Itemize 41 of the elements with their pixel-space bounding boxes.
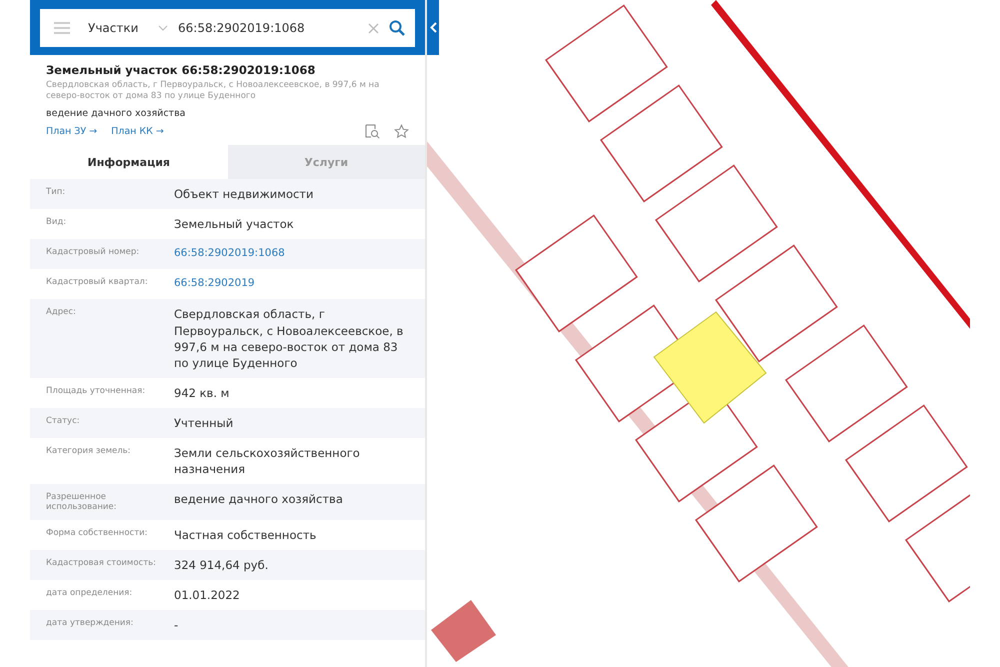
field-label: Вид: [46, 216, 68, 228]
collapse-panel-button[interactable] [427, 0, 439, 55]
document-search-icon[interactable] [365, 124, 380, 140]
object-purpose: ведение дачного хозяйства [46, 108, 187, 120]
field-label: Форма собственности: [46, 526, 149, 538]
field-label: Площадь уточненная: [46, 384, 146, 397]
object-title: Земельный участок 66:58:2902019:1068 [46, 63, 316, 77]
field-label: Категория земель: [46, 445, 132, 457]
field-label: Кадастровая стоимость: [46, 556, 158, 569]
plan-link[interactable]: План ЗУ → [46, 126, 98, 138]
field-value: Земельный участок [174, 216, 294, 232]
value-link[interactable]: 66:58:2902019:1068 [174, 246, 285, 262]
field-value: Учтенный [174, 414, 234, 431]
field-value: 942 кв. м [174, 384, 230, 401]
field-label: Тип: [46, 186, 66, 198]
field-label: дата утверждения: [46, 617, 134, 629]
field-label: Статус: [46, 414, 81, 427]
search-icon[interactable] [389, 20, 405, 36]
chevron-left-icon [430, 22, 436, 33]
field-value: - [174, 617, 178, 634]
plan-link[interactable]: План КК → [111, 126, 164, 138]
field-value: ведение дачного хозяйства [174, 491, 343, 508]
field-label: Адрес: [46, 306, 77, 318]
close-icon[interactable] [368, 22, 379, 34]
field-value: Земли сельскохозяйственного назначения [174, 445, 361, 478]
field-value: 324 914,64 руб. [174, 556, 268, 573]
object-address: Свердловская область, г Первоуральск, с Новоалексеевское, в 997,6 м на северо-восток от дома 83 по улице Буденного [46, 80, 380, 102]
tab[interactable]: Услуги [228, 145, 425, 180]
field-label: Разрешенное использование: [46, 491, 118, 513]
field-label: дата определения: [46, 586, 134, 599]
field-label: Кадастровый номер: [46, 246, 140, 258]
search-field[interactable]: Участки 66:58:2902019:1068 [40, 9, 415, 47]
category-dropdown[interactable]: Участки [88, 21, 148, 35]
field-label: Кадастровый квартал: [46, 276, 149, 288]
field-value: 01.01.2022 [174, 586, 240, 603]
field-value: Объект недвижимости [174, 186, 314, 202]
chevron-down-icon[interactable] [158, 25, 168, 31]
star-icon[interactable] [394, 124, 409, 140]
field-value: Частная собственность [174, 526, 316, 543]
field-value: Свердловская область, г Первоуральск, с Новоалексеевское, в 997,6 м на северо-восток от дома 83 по улице Буденного [174, 306, 404, 371]
value-link[interactable]: 66:58:2902019 [174, 276, 255, 292]
